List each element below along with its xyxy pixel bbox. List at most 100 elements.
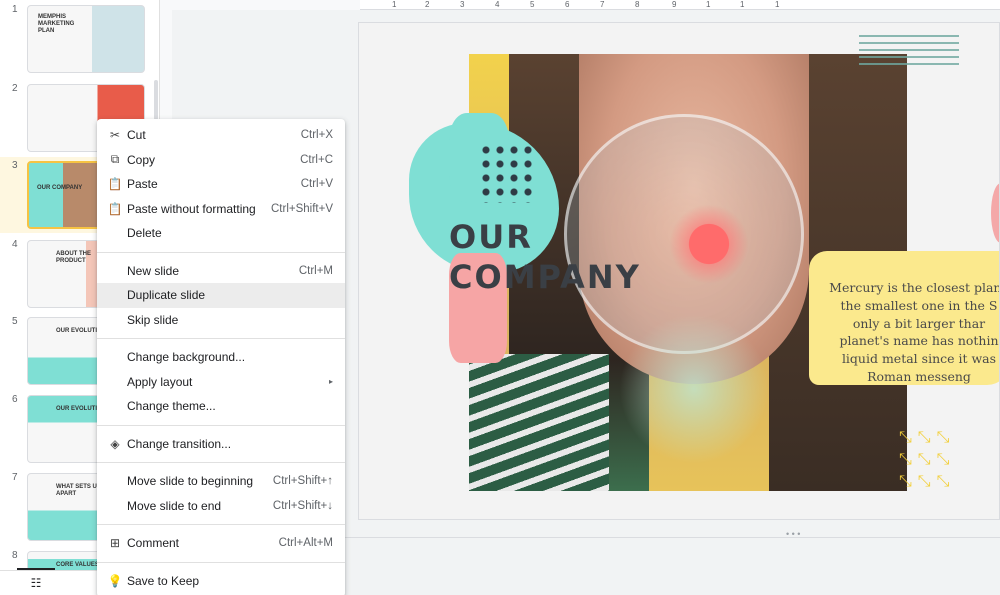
menu-item-save-to-keep[interactable]: 💡 Save to Keep bbox=[97, 569, 345, 594]
photo-shirt bbox=[469, 354, 609, 491]
photo-blur bbox=[619, 314, 769, 464]
menu-item-skip-slide[interactable]: Skip slide bbox=[97, 308, 345, 333]
slide-number: 2 bbox=[12, 83, 18, 94]
filmstrip-scrollbar[interactable] bbox=[154, 80, 158, 120]
menu-item-shortcut: Ctrl+X bbox=[300, 129, 333, 142]
slide-number: 6 bbox=[12, 394, 18, 405]
slide-thumbnail-title: OUR COMPANY bbox=[37, 185, 83, 191]
menu-item-paste-without-formatting[interactable]: 📋 Paste without formatting Ctrl+Shift+V bbox=[97, 197, 345, 222]
menu-separator bbox=[97, 424, 345, 426]
slide-body-text[interactable]: Mercury is the closest plane the smallest… bbox=[829, 279, 1000, 386]
ruler-tick-label: 3 bbox=[460, 0, 465, 9]
menu-item-label: Cut bbox=[127, 128, 146, 143]
yellow-arrows-decoration: ⤡⤡⤡ ⤡⤡⤡ ⤡⤡⤡ bbox=[899, 429, 956, 490]
menu-item-label: Duplicate slide bbox=[127, 288, 206, 303]
horizontal-ruler[interactable]: 1 2 3 4 5 6 7 8 9 1 1 1 bbox=[360, 0, 1000, 10]
ruler-tick-label: 6 bbox=[565, 0, 570, 9]
grid-view-active-indicator bbox=[17, 568, 55, 570]
menu-item-shortcut: Ctrl+C bbox=[300, 153, 333, 166]
menu-item-delete[interactable]: Delete bbox=[97, 221, 345, 246]
slide-body-line: only a bit larger thar bbox=[852, 315, 986, 331]
menu-separator bbox=[97, 338, 345, 339]
context-menu: ✂ Cut Ctrl+X ⧉ Copy Ctrl+C 📋 Paste Ctrl+V 📋 Paste … bbox=[97, 119, 345, 595]
menu-separator bbox=[97, 561, 345, 563]
ruler-tick-label: 1 bbox=[706, 0, 711, 9]
paste-icon: 📋 bbox=[107, 177, 123, 192]
ruler-tick-label: 8 bbox=[635, 0, 640, 9]
ruler-tick-label: 9 bbox=[672, 0, 677, 9]
menu-item-label: Move slide to beginning bbox=[127, 474, 254, 489]
copy-icon: ⧉ bbox=[110, 152, 120, 167]
menu-item-label: New slide bbox=[127, 263, 180, 278]
slide-number: 7 bbox=[12, 472, 18, 483]
menu-item-change-theme[interactable]: Change theme... bbox=[97, 394, 345, 419]
menu-item-copy[interactable]: ⧉ Copy Ctrl+C bbox=[97, 148, 345, 173]
notes-resize-handle[interactable]: • • • bbox=[786, 530, 802, 539]
menu-separator bbox=[97, 524, 345, 525]
menu-item-label: Paste bbox=[127, 177, 158, 192]
slide-number: 8 bbox=[12, 550, 18, 561]
menu-item-label: Change transition... bbox=[127, 436, 232, 451]
slide-title-line-1: OUR bbox=[449, 218, 533, 256]
menu-item-move-slide-to-beginning[interactable]: Move slide to beginning Ctrl+Shift+↑ bbox=[97, 469, 345, 494]
menu-item-label: Apply layout bbox=[127, 374, 193, 389]
slide-thumbnail[interactable]: MEMPHIS MARKETING PLAN bbox=[27, 5, 145, 73]
menu-item-new-slide[interactable]: New slide Ctrl+M bbox=[97, 259, 345, 284]
slide-number: 5 bbox=[12, 316, 18, 327]
pink-shape-edge[interactable] bbox=[991, 183, 999, 243]
slide-number: 3 bbox=[12, 160, 18, 171]
menu-item-label: Skip slide bbox=[127, 312, 179, 327]
menu-item-duplicate-slide[interactable]: Duplicate slide bbox=[97, 283, 345, 308]
menu-item-shortcut: Ctrl+Shift+V bbox=[271, 202, 333, 215]
ruler-tick-label: 1 bbox=[740, 0, 745, 9]
slides-editor: 1 2 3 4 5 6 7 8 9 1 1 1 OUR COMPANY Mercury is the … bbox=[0, 0, 1000, 595]
slide-title-line-2: COMPANY bbox=[449, 258, 641, 296]
menu-separator bbox=[97, 462, 345, 463]
menu-item-shortcut: Ctrl+Shift+↓ bbox=[272, 499, 333, 512]
keep-bulb-icon: 💡 bbox=[107, 573, 123, 588]
slide-body-line: liquid metal since it was bbox=[841, 351, 997, 367]
slide-number: 1 bbox=[12, 4, 18, 15]
menu-item-label: Comment bbox=[127, 536, 180, 551]
menu-item-shortcut: Ctrl+Shift+↑ bbox=[272, 475, 333, 488]
menu-item-label: Change theme... bbox=[127, 399, 216, 414]
menu-item-label: Copy bbox=[127, 152, 156, 167]
paste-plain-icon: 📋 bbox=[107, 201, 123, 216]
menu-item-shortcut: Ctrl+V bbox=[300, 178, 333, 191]
slide-body-line: planet's name has nothin bbox=[839, 333, 999, 349]
comment-add-icon: ⊞ bbox=[109, 536, 121, 551]
menu-item-shortcut: Ctrl+Alt+M bbox=[278, 537, 333, 550]
submenu-arrow-icon: ▸ bbox=[328, 377, 333, 387]
menu-separator bbox=[97, 251, 345, 253]
menu-item-apply-layout[interactable]: Apply layout ▸ bbox=[97, 370, 345, 395]
dot-pattern[interactable] bbox=[479, 143, 537, 203]
decorative-strokes bbox=[859, 35, 959, 69]
menu-item-label: Delete bbox=[127, 226, 162, 241]
menu-item-label: Paste without formatting bbox=[127, 201, 256, 216]
slide-title[interactable]: OUR COMPANY bbox=[449, 217, 641, 297]
menu-item-change-transition[interactable]: ◈ Change transition... bbox=[97, 432, 345, 457]
grid-view-icon[interactable]: ☷ bbox=[25, 574, 47, 592]
menu-item-cut[interactable]: ✂ Cut Ctrl+X bbox=[97, 123, 345, 148]
ruler-tick-label: 1 bbox=[775, 0, 780, 9]
ruler-tick-label: 1 bbox=[392, 0, 397, 9]
slide-body-line: Roman messeng bbox=[867, 368, 971, 384]
scissors-icon: ✂ bbox=[109, 128, 121, 143]
menu-item-paste[interactable]: 📋 Paste Ctrl+V bbox=[97, 172, 345, 197]
menu-item-label: Save to Keep bbox=[127, 573, 200, 588]
ruler-tick-label: 2 bbox=[425, 0, 430, 9]
slide-body-line: Mercury is the closest plane bbox=[829, 280, 1000, 295]
slide-number: 4 bbox=[12, 239, 18, 250]
menu-item-label: Change background... bbox=[127, 350, 246, 365]
ruler-tick-label: 4 bbox=[495, 0, 500, 9]
menu-item-comment[interactable]: ⊞ Comment Ctrl+Alt+M bbox=[97, 531, 345, 556]
menu-item-change-background[interactable]: Change background... bbox=[97, 345, 345, 370]
menu-item-move-slide-to-end[interactable]: Move slide to end Ctrl+Shift+↓ bbox=[97, 494, 345, 519]
current-slide[interactable]: OUR COMPANY Mercury is the closest plane… bbox=[358, 22, 1000, 520]
menu-item-label: Move slide to end bbox=[127, 498, 222, 513]
transition-icon: ◈ bbox=[110, 436, 120, 451]
menu-item-shortcut: Ctrl+M bbox=[298, 264, 333, 277]
ruler-tick-label: 5 bbox=[530, 0, 535, 9]
ruler-tick-label: 7 bbox=[600, 0, 605, 9]
slide-body-line: the smallest one in the S bbox=[840, 297, 998, 313]
